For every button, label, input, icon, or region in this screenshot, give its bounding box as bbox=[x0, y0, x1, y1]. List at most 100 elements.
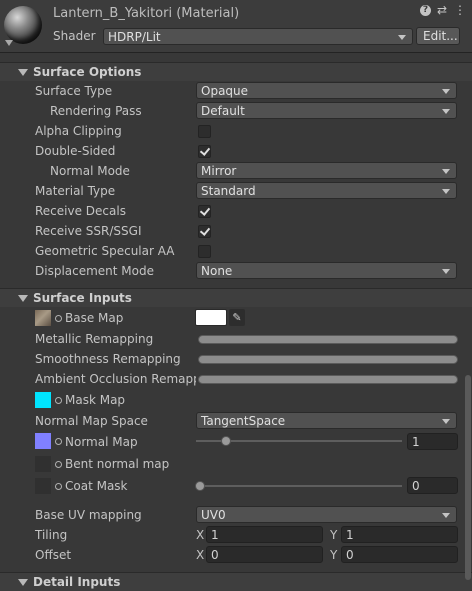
metallic-remapping-slider[interactable] bbox=[198, 335, 458, 344]
checkmark-icon bbox=[199, 205, 211, 216]
coat-mask-input[interactable]: 0 bbox=[407, 477, 458, 494]
alpha-clipping-label: Alpha Clipping bbox=[35, 124, 122, 138]
menu-icon[interactable]: ⋮ bbox=[454, 3, 466, 17]
foldout-arrow-icon[interactable] bbox=[5, 40, 13, 46]
tiling-x-input[interactable]: 1 bbox=[206, 526, 323, 543]
coat-mask-label: Coat Mask bbox=[65, 479, 128, 493]
normal-mode-dropdown[interactable]: Mirror bbox=[196, 162, 457, 179]
object-picker-icon[interactable] bbox=[55, 461, 62, 468]
displacement-mode-dropdown[interactable]: None bbox=[196, 262, 457, 279]
surface-type-label: Surface Type bbox=[35, 84, 113, 98]
bent-normal-map-empty-slot[interactable] bbox=[35, 456, 51, 472]
checkmark-icon bbox=[199, 225, 211, 236]
smoothness-remapping-slider[interactable] bbox=[198, 355, 458, 364]
alpha-clipping-checkbox[interactable] bbox=[198, 125, 211, 138]
normal-scale-slider-thumb[interactable] bbox=[221, 436, 231, 446]
receive-decals-label: Receive Decals bbox=[35, 204, 126, 218]
normal-map-space-dropdown[interactable]: TangentSpace bbox=[196, 412, 457, 429]
geometric-aa-checkbox[interactable] bbox=[198, 245, 211, 258]
chevron-down-icon bbox=[442, 109, 450, 114]
bent-normal-map-label: Bent normal map bbox=[65, 457, 170, 471]
eyedropper-icon[interactable]: ✎ bbox=[229, 309, 245, 326]
double-sided-label: Double-Sided bbox=[35, 144, 116, 158]
offset-label: Offset bbox=[35, 548, 72, 562]
base-map-texture-thumbnail[interactable] bbox=[35, 310, 51, 326]
material-header: Lantern_B_Yakitori (Material) ? ⇄ ⋮ Shad… bbox=[0, 0, 472, 52]
base-uv-mapping-label: Base UV mapping bbox=[35, 508, 142, 522]
normal-map-space-label: Normal Map Space bbox=[35, 414, 148, 428]
displacement-mode-value: None bbox=[201, 264, 233, 278]
section-title: Surface Options bbox=[33, 65, 142, 79]
base-uv-mapping-value: UV0 bbox=[201, 508, 226, 522]
surface-options-header[interactable]: Surface Options bbox=[0, 62, 472, 81]
chevron-down-icon bbox=[442, 419, 450, 424]
checkmark-icon bbox=[199, 145, 211, 156]
base-color-swatch[interactable] bbox=[195, 309, 227, 326]
surface-type-value: Opaque bbox=[201, 84, 249, 98]
chevron-down-icon bbox=[398, 35, 406, 40]
object-picker-icon[interactable] bbox=[55, 438, 62, 445]
scrollbar[interactable] bbox=[465, 375, 471, 580]
shader-dropdown[interactable]: HDRP/Lit bbox=[103, 28, 413, 45]
chevron-down-icon bbox=[442, 89, 450, 94]
smoothness-remapping-label: Smoothness Remapping bbox=[35, 352, 181, 366]
double-sided-checkbox[interactable] bbox=[198, 145, 211, 158]
coat-mask-slider-thumb[interactable] bbox=[195, 481, 205, 491]
mask-map-label: Mask Map bbox=[65, 393, 126, 407]
base-map-label: Base Map bbox=[65, 311, 124, 325]
offset-y-label: Y bbox=[330, 548, 338, 562]
normal-scale-input[interactable]: 1 bbox=[407, 433, 458, 450]
coat-mask-empty-slot[interactable] bbox=[35, 478, 51, 494]
tiling-y-input[interactable]: 1 bbox=[341, 526, 458, 543]
chevron-down-icon bbox=[442, 169, 450, 174]
tiling-y-label: Y bbox=[330, 528, 338, 542]
foldout-arrow-icon bbox=[18, 69, 28, 76]
material-type-dropdown[interactable]: Standard bbox=[196, 182, 457, 199]
section-title: Detail Inputs bbox=[33, 575, 121, 589]
section-title: Surface Inputs bbox=[33, 291, 132, 305]
receive-decals-checkbox[interactable] bbox=[198, 205, 211, 218]
rendering-pass-dropdown[interactable]: Default bbox=[196, 102, 457, 119]
receive-ssr-label: Receive SSR/SSGI bbox=[35, 224, 142, 238]
chevron-down-icon bbox=[442, 269, 450, 274]
geometric-aa-label: Geometric Specular AA bbox=[35, 244, 175, 258]
coat-mask-slider-track[interactable] bbox=[196, 485, 402, 487]
displacement-mode-label: Displacement Mode bbox=[35, 264, 155, 278]
mask-map-texture-thumbnail[interactable] bbox=[35, 392, 51, 408]
normal-mode-value: Mirror bbox=[201, 164, 237, 178]
preset-icon[interactable]: ⇄ bbox=[437, 3, 447, 17]
ao-remapping-label: Ambient Occlusion Remappin bbox=[35, 372, 196, 386]
shader-label: Shader bbox=[53, 29, 96, 43]
object-picker-icon[interactable] bbox=[55, 483, 62, 490]
object-picker-icon[interactable] bbox=[55, 315, 62, 322]
rendering-pass-label: Rendering Pass bbox=[50, 104, 142, 118]
detail-inputs-header[interactable]: Detail Inputs bbox=[0, 572, 472, 591]
rendering-pass-value: Default bbox=[201, 104, 245, 118]
normal-mode-label: Normal Mode bbox=[50, 164, 130, 178]
normal-map-label: Normal Map bbox=[65, 435, 138, 449]
chevron-down-icon bbox=[442, 189, 450, 194]
surface-inputs-header[interactable]: Surface Inputs bbox=[0, 288, 472, 307]
material-type-label: Material Type bbox=[35, 184, 116, 198]
help-icon[interactable]: ? bbox=[420, 5, 431, 16]
foldout-arrow-icon bbox=[18, 295, 28, 302]
edit-shader-button[interactable]: Edit... bbox=[416, 27, 460, 45]
offset-x-label: X bbox=[196, 548, 205, 562]
material-preview-icon bbox=[4, 6, 42, 44]
tiling-label: Tiling bbox=[35, 528, 68, 542]
base-uv-mapping-dropdown[interactable]: UV0 bbox=[196, 506, 457, 523]
offset-x-input[interactable]: 0 bbox=[206, 546, 323, 563]
metallic-remapping-label: Metallic Remapping bbox=[35, 332, 154, 346]
chevron-down-icon bbox=[442, 513, 450, 518]
normal-map-texture-thumbnail[interactable] bbox=[35, 433, 51, 449]
offset-y-input[interactable]: 0 bbox=[341, 546, 458, 563]
tiling-x-label: X bbox=[196, 528, 205, 542]
surface-type-dropdown[interactable]: Opaque bbox=[196, 82, 457, 99]
normal-map-space-value: TangentSpace bbox=[201, 414, 286, 428]
ao-remapping-slider[interactable] bbox=[198, 375, 458, 384]
material-type-value: Standard bbox=[201, 184, 256, 198]
object-picker-icon[interactable] bbox=[55, 397, 62, 404]
receive-ssr-checkbox[interactable] bbox=[198, 225, 211, 238]
divider bbox=[0, 52, 472, 53]
material-title: Lantern_B_Yakitori (Material) bbox=[53, 6, 240, 21]
